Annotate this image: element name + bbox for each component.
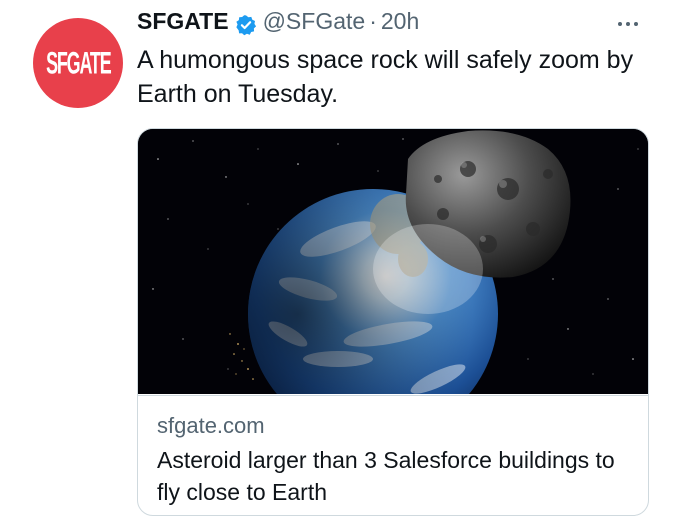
- separator-dot: ·: [369, 8, 377, 34]
- handle[interactable]: @SFGate: [263, 4, 366, 38]
- verified-badge-icon: [235, 11, 257, 36]
- tweet-text: A humongous space rock will safely zoom …: [137, 46, 634, 108]
- tweet-header: SFGATE @SFGate · 20h: [137, 4, 419, 38]
- sfgate-logo-text: SFGATE: [45, 44, 112, 80]
- card-domain: sfgate.com: [157, 413, 265, 438]
- avatar[interactable]: SFGATE: [33, 18, 123, 108]
- tweet[interactable]: SFGATE SFGATE @SFGate · 20h A humongous …: [0, 0, 680, 527]
- more-options-icon[interactable]: [617, 8, 639, 34]
- timestamp[interactable]: 20h: [381, 4, 419, 38]
- card-title: Asteroid larger than 3 Salesforce buildi…: [157, 447, 615, 505]
- display-name[interactable]: SFGATE: [137, 4, 229, 38]
- card-body[interactable]: sfgate.com Asteroid larger than 3 Salesf…: [138, 395, 648, 515]
- link-card[interactable]: sfgate.com Asteroid larger than 3 Salesf…: [137, 128, 649, 516]
- asteroid-earth-image[interactable]: [138, 129, 648, 394]
